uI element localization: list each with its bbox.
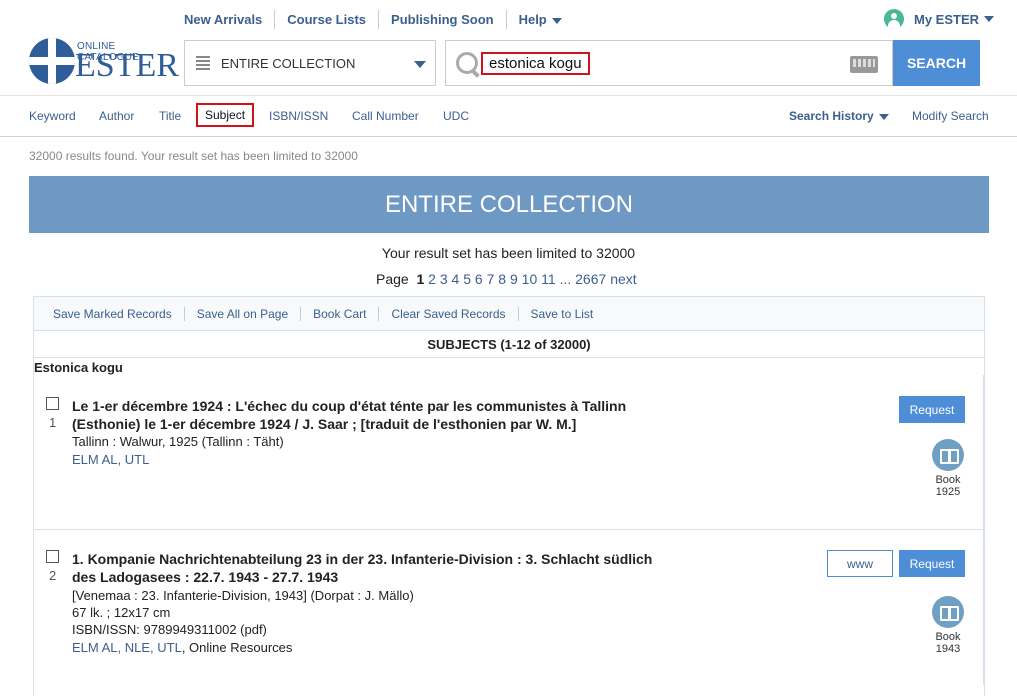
tab-call-number[interactable]: Call Number xyxy=(352,109,419,123)
search-history-label: Search History xyxy=(789,109,874,123)
tab-isbn-issn[interactable]: ISBN/ISSN xyxy=(269,109,328,123)
nav-course-lists[interactable]: Course Lists xyxy=(275,10,380,29)
save-marked-records-link[interactable]: Save Marked Records xyxy=(53,306,185,321)
keyboard-icon[interactable] xyxy=(850,56,878,73)
format-type: Book xyxy=(935,474,961,486)
limit-message: Your result set has been limited to 3200… xyxy=(381,245,636,261)
chevron-down-icon xyxy=(414,61,426,68)
search-icon xyxy=(456,52,480,76)
subject-group-title: Estonica kogu xyxy=(34,360,123,375)
format-type: Book xyxy=(935,631,961,643)
page-link[interactable]: 3 xyxy=(440,271,448,287)
page-link[interactable]: 10 xyxy=(522,271,538,287)
record-publication: [Venemaa : 23. Infanterie-Division, 1943… xyxy=(72,588,414,603)
page-label: Page xyxy=(376,271,409,287)
record-checkbox[interactable] xyxy=(46,550,59,563)
my-ester-label: My ESTER xyxy=(914,11,980,27)
search-type-bar: Keyword Author Title Subject ISBN/ISSN C… xyxy=(0,95,1017,137)
record-title-line: des Ladogasees : 22.7. 1943 - 27.7. 1943 xyxy=(72,569,339,585)
tab-author[interactable]: Author xyxy=(99,109,134,123)
holdings-links[interactable]: ELM AL, UTL xyxy=(72,452,149,467)
panel-border xyxy=(983,375,984,685)
page-ellipsis: ... xyxy=(559,271,572,287)
record-title-line: Le 1-er décembre 1924 : L'échec du coup … xyxy=(72,398,627,414)
record-publication: Tallinn : Walwur, 1925 (Tallinn : Täht) xyxy=(72,434,284,449)
modify-search-link[interactable]: Modify Search xyxy=(912,109,989,123)
page-link[interactable]: 8 xyxy=(498,271,506,287)
page-link[interactable]: 2667 xyxy=(575,271,606,287)
page-link[interactable]: 6 xyxy=(475,271,483,287)
page-link[interactable]: 4 xyxy=(452,271,460,287)
record-holdings: ELM AL, NLE, UTL, Online Resources xyxy=(72,639,292,656)
page-link[interactable]: 11 xyxy=(541,271,556,287)
nav-help[interactable]: Help xyxy=(507,10,574,29)
holdings-online: , Online Resources xyxy=(181,640,293,655)
record-title[interactable]: Le 1-er décembre 1924 : L'échec du coup … xyxy=(72,397,712,433)
record-holdings: ELM AL, UTL xyxy=(72,451,149,468)
format-label: Book 1943 xyxy=(928,631,968,655)
record-extent: 67 lk. ; 12x17 cm xyxy=(72,605,171,620)
www-button[interactable]: www xyxy=(827,550,893,577)
record-title-line: 1. Kompanie Nachrichtenabteilung 23 in d… xyxy=(72,551,653,567)
record-number: 1 xyxy=(49,415,57,430)
nav-help-label: Help xyxy=(518,12,547,27)
record-checkbox[interactable] xyxy=(46,397,59,410)
ester-logo[interactable]: ONLINE CATALOGUE ESTER xyxy=(29,38,179,88)
book-icon xyxy=(932,439,964,471)
record-title-line: (Esthonie) le 1-er décembre 1924 / J. Sa… xyxy=(72,416,577,432)
top-nav: New Arrivals Course Lists Publishing Soo… xyxy=(184,10,574,29)
next-page-link[interactable]: next xyxy=(610,271,636,287)
page-link[interactable]: 2 xyxy=(428,271,436,287)
chevron-down-icon xyxy=(984,16,995,22)
clear-saved-records-link[interactable]: Clear Saved Records xyxy=(379,306,519,321)
record-isbn: ISBN/ISSN: 9789949311002 (pdf) xyxy=(72,622,267,637)
search-input[interactable]: estonica kogu xyxy=(481,52,590,75)
record-divider xyxy=(34,529,984,530)
search-history-menu[interactable]: Search History xyxy=(789,109,889,123)
pagination: Page 1 2 3 4 5 6 7 8 9 10 11 ... 2667 ne… xyxy=(376,271,637,287)
record-number: 2 xyxy=(49,568,57,583)
record-title[interactable]: 1. Kompanie Nachrichtenabteilung 23 in d… xyxy=(72,550,712,586)
page-link[interactable]: 9 xyxy=(510,271,518,287)
collection-select-value: ENTIRE COLLECTION xyxy=(221,55,356,71)
logo-title: ESTER xyxy=(75,47,179,84)
format-year: 1943 xyxy=(935,643,961,655)
nav-new-arrivals[interactable]: New Arrivals xyxy=(184,10,276,29)
collection-select[interactable]: ENTIRE COLLECTION xyxy=(184,40,436,86)
request-button[interactable]: Request xyxy=(899,396,965,423)
page-link[interactable]: 7 xyxy=(487,271,495,287)
save-all-on-page-link[interactable]: Save All on Page xyxy=(185,306,302,321)
book-icon xyxy=(932,596,964,628)
tab-subject[interactable]: Subject xyxy=(196,103,255,127)
page-link[interactable]: 5 xyxy=(463,271,471,287)
my-ester-menu[interactable]: My ESTER xyxy=(884,9,995,29)
request-button[interactable]: Request xyxy=(899,550,965,577)
holdings-links[interactable]: ELM AL, NLE, UTL xyxy=(72,640,182,655)
search-button[interactable]: SEARCH xyxy=(893,40,980,86)
search-field[interactable]: estonica kogu xyxy=(445,40,893,86)
record-actions: Save Marked Records Save All on Page Boo… xyxy=(34,297,984,331)
chevron-down-icon xyxy=(551,17,562,24)
format-label: Book 1925 xyxy=(928,474,968,498)
current-page: 1 xyxy=(416,271,425,287)
results-notice: 32000 results found. Your result set has… xyxy=(29,149,358,163)
chevron-down-icon xyxy=(878,113,889,120)
tab-udc[interactable]: UDC xyxy=(443,109,469,123)
list-icon xyxy=(196,56,210,70)
nav-publishing-soon[interactable]: Publishing Soon xyxy=(379,10,507,29)
user-icon xyxy=(884,9,904,29)
format-year: 1925 xyxy=(935,486,961,498)
save-to-list-link[interactable]: Save to List xyxy=(519,307,606,321)
collection-banner: ENTIRE COLLECTION xyxy=(29,176,989,233)
logo-globe-icon xyxy=(29,38,75,84)
subjects-header: SUBJECTS (1-12 of 32000) xyxy=(34,331,984,358)
tab-title[interactable]: Title xyxy=(159,109,181,123)
book-cart-link[interactable]: Book Cart xyxy=(301,306,380,321)
tab-keyword[interactable]: Keyword xyxy=(29,109,76,123)
